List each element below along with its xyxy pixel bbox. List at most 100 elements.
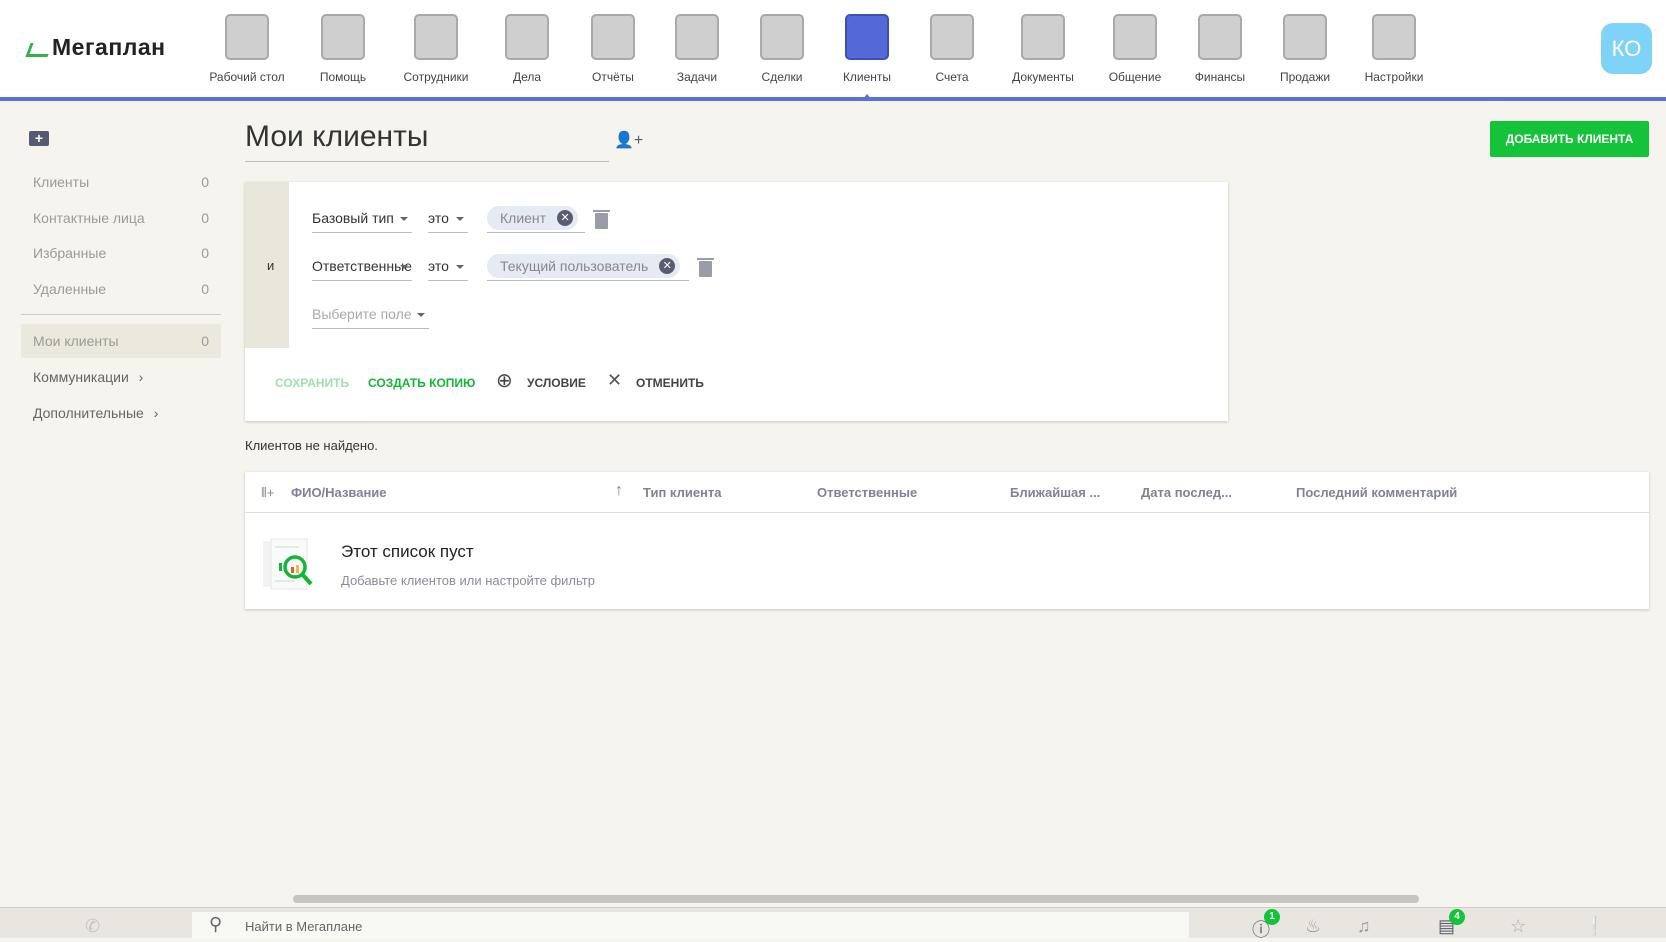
title-underline xyxy=(245,161,609,162)
alert-circle-icon[interactable]: ⓘ 1 xyxy=(1252,909,1280,942)
empty-list-title: Этот список пуст xyxy=(341,542,474,561)
column-header[interactable]: Ответственные xyxy=(817,485,917,500)
value-chip: Клиент ✕ xyxy=(487,206,579,230)
add-folder-icon[interactable]: + xyxy=(29,131,49,146)
column-header[interactable]: Дата послед... xyxy=(1141,485,1232,500)
star-icon[interactable]: ☆ xyxy=(1510,916,1526,937)
chip-label: Клиент xyxy=(500,210,547,226)
nav-label: Продажи xyxy=(1279,70,1331,84)
nav-item[interactable]: Общение xyxy=(1090,14,1180,84)
filter-field-select[interactable]: Ответственные xyxy=(312,253,412,281)
add-client-button[interactable]: ДОБАВИТЬ КЛИЕНТА xyxy=(1490,121,1649,157)
employees-icon xyxy=(414,14,458,60)
copy-filter-button[interactable]: СОЗДАТЬ КОПИЮ xyxy=(368,376,475,390)
nav-item[interactable]: Сделки xyxy=(737,14,827,84)
nav-label: Общение xyxy=(1108,70,1162,84)
sidebar-item-count: 0 xyxy=(201,333,209,349)
safe-icon xyxy=(1198,14,1242,60)
not-found-message: Клиентов не найдено. xyxy=(245,438,378,453)
column-header[interactable]: Тип клиента xyxy=(643,485,722,500)
remove-chip-icon[interactable]: ✕ xyxy=(659,258,676,274)
nav-label: Настройки xyxy=(1364,70,1424,84)
sidebar-item-label: Удаленные xyxy=(33,281,107,297)
nav-label: Задачи xyxy=(676,70,718,84)
filter-operator-select[interactable]: это xyxy=(428,253,468,281)
delete-condition-icon[interactable] xyxy=(697,258,714,277)
add-user-icon[interactable]: 👤+ xyxy=(614,130,643,150)
save-filter-button[interactable]: СОХРАНИТЬ xyxy=(275,376,349,390)
sidebar-divider xyxy=(21,314,221,315)
nav-item[interactable]: Задачи xyxy=(652,14,742,84)
logo-text: Мегаплан xyxy=(52,34,166,60)
sidebar-item-label: Избранные xyxy=(33,245,107,261)
filter-field-select[interactable]: Базовый тип xyxy=(312,205,412,233)
filter-value-field[interactable]: Клиент ✕ xyxy=(487,205,585,233)
sidebar-item-label: Контактные лица xyxy=(33,210,145,226)
sidebar-group[interactable]: Коммуникации › xyxy=(21,360,221,394)
messages-icon[interactable]: ▤ 4 xyxy=(1438,909,1466,937)
nav-label: Сотрудники xyxy=(403,70,469,84)
value-chip: Текущий пользователь ✕ xyxy=(487,254,681,278)
nav-item[interactable]: Счета xyxy=(907,14,997,84)
chevron-down-icon xyxy=(456,265,464,269)
sidebar-item[interactable]: Избранные 0 xyxy=(21,236,221,270)
column-header[interactable]: ФИО/Название xyxy=(291,485,387,500)
nav-label: Клиенты xyxy=(842,70,892,84)
sidebar-item-count: 0 xyxy=(201,174,209,190)
user-avatar[interactable]: КО xyxy=(1601,23,1652,74)
nav-item[interactable]: Помощь xyxy=(298,14,388,84)
feedback-icon[interactable]: ❕ xyxy=(1583,916,1605,937)
conjunction-label: и xyxy=(267,258,275,273)
add-circle-icon[interactable]: ⊕ xyxy=(496,368,513,393)
folder-icon xyxy=(1021,14,1065,60)
nav-item[interactable]: Продажи xyxy=(1260,14,1350,84)
column-header[interactable]: Последний комментарий xyxy=(1296,485,1457,500)
flame-icon[interactable]: ♨ xyxy=(1305,916,1321,937)
horizontal-scrollbar[interactable] xyxy=(293,895,1419,903)
global-search-input[interactable]: ⚲ Найти в Мегаплане xyxy=(192,912,1189,939)
nav-item[interactable]: Клиенты xyxy=(822,14,912,99)
sidebar-item[interactable]: Удаленные 0 xyxy=(21,272,221,306)
megaplan-logo[interactable]: Мегаплан xyxy=(25,34,166,61)
filter-operator-select[interactable]: это xyxy=(428,205,468,233)
delete-condition-icon[interactable] xyxy=(593,210,610,229)
sort-arrow-up-icon[interactable]: ↑ xyxy=(615,482,623,500)
remove-chip-icon[interactable]: ✕ xyxy=(557,210,574,226)
nav-item[interactable]: Дела xyxy=(482,14,572,84)
page-title[interactable]: Мои клиенты xyxy=(245,120,428,154)
chevron-right-icon: › xyxy=(138,369,144,385)
clients-table: ⦀+ ФИО/Название ↑ Тип клиента Ответствен… xyxy=(245,472,1649,609)
sidebar-item[interactable]: Контактные лица 0 xyxy=(21,201,221,235)
operator-value: это xyxy=(428,258,449,274)
desktop-icon xyxy=(225,14,269,60)
nav-item[interactable]: Настройки xyxy=(1349,14,1439,84)
column-settings-icon[interactable]: ⦀+ xyxy=(261,485,274,501)
sidebar-item-count: 0 xyxy=(201,245,209,261)
sidebar-item-count: 0 xyxy=(201,281,209,297)
close-icon[interactable]: ✕ xyxy=(607,370,622,391)
messages-badge: 4 xyxy=(1449,909,1466,925)
nav-item[interactable]: Финансы xyxy=(1175,14,1265,84)
invoice-icon xyxy=(930,14,974,60)
column-header[interactable]: Ближайшая ... xyxy=(1010,485,1100,500)
choose-field-select[interactable]: Выберите поле xyxy=(312,301,429,329)
sidebar-group-label: Коммуникации xyxy=(33,369,129,385)
search-placeholder: Найти в Мегаплане xyxy=(245,919,363,934)
search-icon: ⚲ xyxy=(209,914,223,934)
nav-item[interactable]: Сотрудники xyxy=(391,14,481,84)
phone-icon[interactable]: ✆ xyxy=(85,916,100,937)
bell-icon[interactable]: ♫ xyxy=(1357,916,1371,937)
nav-item[interactable]: Документы xyxy=(998,14,1088,84)
nav-item[interactable]: Отчёты xyxy=(568,14,658,84)
add-condition-button[interactable]: УСЛОВИЕ xyxy=(527,376,586,390)
sidebar-item-label: Мои клиенты xyxy=(33,333,119,349)
filter-value-field[interactable]: Текущий пользователь ✕ xyxy=(487,253,689,281)
top-header: Мегаплан Рабочий стол Помощь Сотрудники Дел… xyxy=(0,0,1666,99)
reports-icon xyxy=(591,14,635,60)
cancel-button[interactable]: ОТМЕНИТЬ xyxy=(636,376,704,390)
sidebar-item[interactable]: Клиенты 0 xyxy=(21,165,221,199)
sidebar-group[interactable]: Дополнительные › xyxy=(21,396,221,430)
nav-item[interactable]: Рабочий стол xyxy=(202,14,292,84)
sidebar-item[interactable]: Мои клиенты 0 xyxy=(21,324,221,358)
address-book-icon xyxy=(845,14,889,60)
